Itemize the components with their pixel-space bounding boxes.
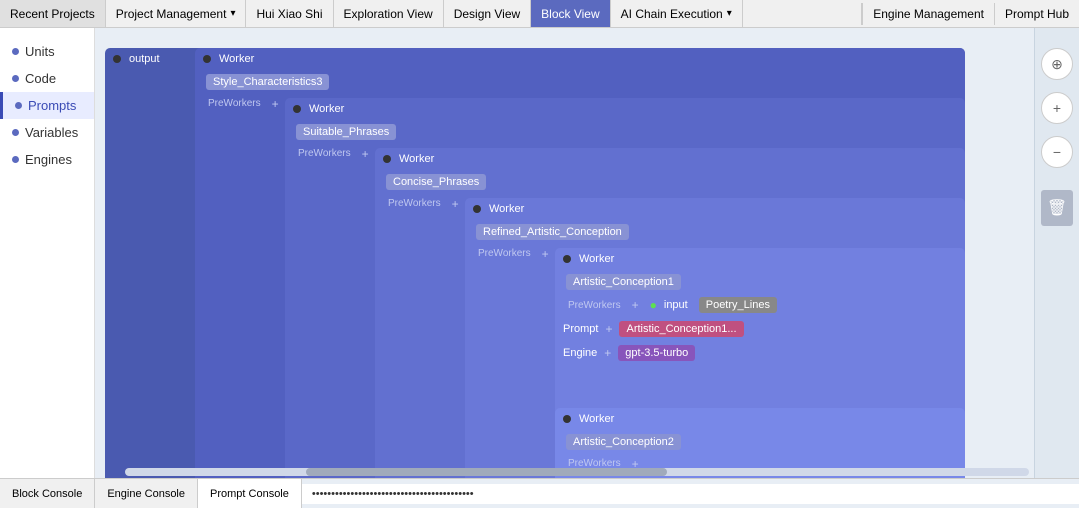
preworkers1-label: PreWorkers: [203, 96, 266, 111]
output-label: output: [129, 53, 160, 65]
preworkers2-label: PreWorkers: [293, 146, 356, 161]
worker4-label: Worker: [489, 203, 524, 215]
output-block: output Worker Style_Characteristics3 Pre…: [105, 48, 965, 478]
sidebar-dot-prompts: [15, 102, 22, 109]
console-tab-block[interactable]: Block Console: [0, 479, 95, 508]
console-output: ••••••••••••••••••••••••••••••••••••••••…: [302, 484, 1079, 504]
sidebar: Units Code Prompts Variables Engines: [0, 28, 95, 478]
worker2-dot: [293, 105, 301, 113]
artistic2-tag: Artistic_Conception2: [566, 434, 681, 450]
engine-value-tag[interactable]: gpt-3.5-turbo: [618, 345, 695, 361]
console-tab-engine[interactable]: Engine Console: [95, 479, 198, 508]
worker3-dot: [383, 155, 391, 163]
canvas-area[interactable]: output Worker Style_Characteristics3 Pre…: [95, 28, 1079, 478]
refined-tag: Refined_Artistic_Conception: [476, 224, 629, 240]
poetry-tag: Poetry_Lines: [699, 297, 777, 313]
nav-exploration-view[interactable]: Exploration View: [334, 0, 444, 27]
worker5-block: Worker Artistic_Conception1 PreWorkers +: [555, 248, 965, 478]
sidebar-item-variables[interactable]: Variables: [0, 119, 94, 146]
worker5-label: Worker: [579, 253, 614, 265]
output-dot: [113, 55, 121, 63]
nav-right: Engine Management Prompt Hub: [861, 3, 1079, 25]
prompt-plus[interactable]: +: [605, 322, 612, 336]
sidebar-dot-units: [12, 48, 19, 55]
nav-hui-xiao-shi[interactable]: Hui Xiao Shi: [246, 0, 333, 27]
sidebar-item-code[interactable]: Code: [0, 65, 94, 92]
prompt-value-tag[interactable]: Artistic_Conception1...: [619, 321, 743, 337]
dropdown-arrow-project: ▾: [230, 8, 235, 19]
worker3-label: Worker: [399, 153, 434, 165]
input-label: input: [664, 299, 688, 311]
nav-engine-management[interactable]: Engine Management: [862, 3, 994, 25]
nav-recent-projects[interactable]: Recent Projects: [0, 0, 106, 27]
preworkers4-plus[interactable]: +: [542, 247, 549, 261]
worker1-block: Worker Style_Characteristics3 PreWorkers…: [195, 48, 965, 478]
preworkers4-label: PreWorkers: [473, 246, 536, 261]
worker5-dot: [563, 255, 571, 263]
worker2-label: Worker: [309, 103, 344, 115]
concise-tag: Concise_Phrases: [386, 174, 486, 190]
worker4-block: Worker Refined_Artistic_Conception PreWo…: [465, 198, 965, 478]
worker6-label: Worker: [579, 413, 614, 425]
prompt-label: Prompt: [563, 323, 598, 335]
input-dot: ●: [650, 298, 657, 312]
sidebar-dot-variables: [12, 129, 19, 136]
bottom-console: Block Console Engine Console Prompt Cons…: [0, 478, 1079, 508]
worker2-block: Worker Suitable_Phrases PreWorkers +: [285, 98, 965, 478]
sidebar-item-units[interactable]: Units: [0, 38, 94, 65]
top-nav: Recent Projects Project Management ▾ Hui…: [0, 0, 1079, 28]
zoom-in-button[interactable]: +: [1041, 92, 1073, 124]
console-tab-prompt[interactable]: Prompt Console: [198, 479, 302, 508]
artistic1-tag: Artistic_Conception1: [566, 274, 681, 290]
scrollbar-thumb[interactable]: [306, 468, 668, 476]
worker3-block: Worker Concise_Phrases PreWorkers +: [375, 148, 965, 478]
dropdown-arrow-ai: ▾: [727, 8, 732, 19]
main-layout: Units Code Prompts Variables Engines o: [0, 28, 1079, 478]
trash-button[interactable]: 🗑: [1041, 190, 1073, 226]
preworkers1-plus[interactable]: +: [272, 97, 279, 111]
sidebar-item-prompts[interactable]: Prompts: [0, 92, 94, 119]
nav-prompt-hub[interactable]: Prompt Hub: [994, 3, 1079, 25]
engine-label: Engine: [563, 347, 597, 359]
nav-ai-chain[interactable]: AI Chain Execution ▾: [611, 0, 743, 27]
sidebar-dot-engines: [12, 156, 19, 163]
sidebar-item-engines[interactable]: Engines: [0, 146, 94, 173]
preworkers2-plus[interactable]: +: [362, 147, 369, 161]
engine-plus[interactable]: +: [604, 346, 611, 360]
worker1-dot: [203, 55, 211, 63]
preworkers3-label: PreWorkers: [383, 196, 446, 211]
worker1-label: Worker: [219, 53, 254, 65]
sidebar-dot-code: [12, 75, 19, 82]
preworkers5-plus[interactable]: +: [632, 298, 639, 312]
suitable-tag: Suitable_Phrases: [296, 124, 396, 140]
nav-project-management[interactable]: Project Management ▾: [106, 0, 247, 27]
nav-block-view[interactable]: Block View: [531, 0, 610, 27]
crosshair-button[interactable]: ⊕: [1041, 48, 1073, 80]
right-panel: ⊕ + − 🗑: [1034, 28, 1079, 478]
preworkers5-label: PreWorkers: [563, 298, 626, 313]
preworkers3-plus[interactable]: +: [452, 197, 459, 211]
style-tag: Style_Characteristics3: [206, 74, 329, 90]
zoom-out-button[interactable]: −: [1041, 136, 1073, 168]
worker4-dot: [473, 205, 481, 213]
nav-design-view[interactable]: Design View: [444, 0, 531, 27]
worker6-dot: [563, 415, 571, 423]
horizontal-scrollbar[interactable]: [125, 468, 1029, 476]
